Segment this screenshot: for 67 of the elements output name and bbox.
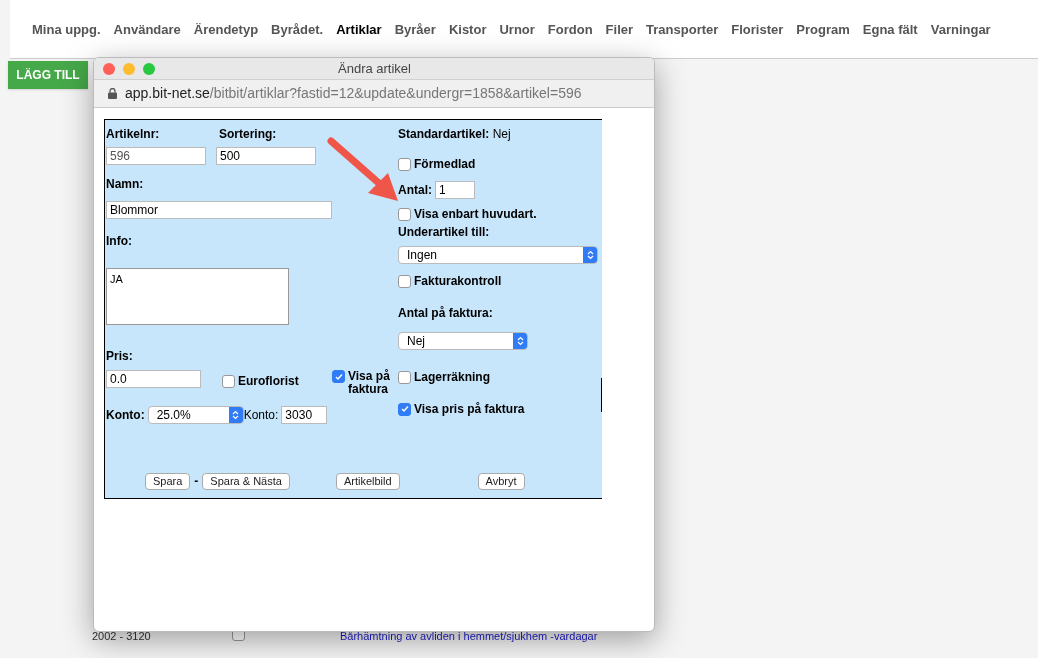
nav-link[interactable]: Byråer [394, 20, 436, 40]
nav-link[interactable]: Mina uppg. [32, 20, 101, 40]
checkbox[interactable] [222, 374, 235, 388]
field-label: Info: [106, 233, 133, 250]
name-field[interactable]: Blommor [106, 201, 332, 219]
field-label: Pris: [106, 348, 134, 365]
checkbox[interactable] [398, 402, 411, 416]
field-label: Konto: [106, 407, 145, 424]
checkbox-label: Visa enbart huvudart. [414, 206, 537, 223]
url-text: app.bit-net.se/bitbit/artiklar?fastid=12&update&undergr=1858&artikel=596 [125, 84, 582, 103]
checkbox-label: Lagerräkning [414, 369, 491, 386]
field-label: Underartikel till: [398, 224, 491, 241]
field-label: Namn: [106, 176, 145, 193]
nav-link[interactable]: Användare [113, 20, 181, 40]
close-icon[interactable] [103, 62, 115, 75]
vat-select[interactable]: 25.0% [147, 406, 244, 424]
nav-link[interactable]: Transporter [646, 20, 719, 40]
checkbox-label: Visa på faktura [348, 370, 391, 396]
checkbox[interactable] [398, 274, 411, 288]
lock-icon [108, 88, 117, 99]
info-textarea[interactable]: JA [106, 268, 289, 325]
parent-article-select[interactable]: Ingen [398, 246, 598, 264]
checkbox-label: Visa pris på faktura [414, 401, 525, 418]
standard-article-text: Standardartikel: Nej [398, 126, 512, 143]
window-title: Ändra artikel [337, 59, 412, 78]
maximize-icon[interactable] [143, 62, 155, 75]
field-label: Artikelnr: [106, 126, 161, 143]
checkbox-label: Fakturakontroll [414, 273, 502, 290]
checkbox-label: Euroflorist [238, 373, 299, 390]
nav-link[interactable]: Varningar [930, 20, 991, 40]
checkbox[interactable] [398, 157, 411, 171]
field-label: Antal på faktura: [398, 305, 494, 322]
checkmark-icon [400, 405, 409, 413]
field-label: Antal: [398, 182, 432, 199]
sort-field[interactable]: 500 [216, 147, 316, 165]
form-button[interactable]: Spara & Nästa [202, 472, 290, 490]
nav-link[interactable]: Artiklar [336, 20, 382, 40]
nav-link[interactable]: Egna fält [862, 20, 918, 40]
row-link[interactable]: Bårhämtning av avliden i hemmet/sjukhem -vardagar [340, 627, 598, 645]
form-button[interactable]: Artikelbild [335, 472, 400, 490]
quantity-field[interactable]: 1 [435, 181, 475, 199]
nav-link[interactable]: Byrådet. [271, 20, 324, 40]
account-field[interactable]: 3030 [281, 406, 328, 424]
article-number-field[interactable]: 596 [106, 147, 206, 165]
nav-link[interactable]: Fordon [547, 20, 593, 40]
nav-link[interactable]: Florister [731, 20, 784, 40]
price-field[interactable]: 0.0 [106, 370, 201, 388]
checkbox-label: Förmedlad [414, 156, 476, 173]
nav-link[interactable]: Kistor [448, 20, 487, 40]
nav-link[interactable]: Filer [605, 20, 634, 40]
nav-link[interactable]: Ärendetyp [193, 20, 259, 40]
chevron-updown-icon [232, 410, 240, 420]
row-number: 2002 - 3120 [92, 628, 152, 644]
checkbox[interactable] [398, 207, 411, 221]
form-button[interactable]: Avbryt [477, 472, 525, 490]
chevron-updown-icon [586, 250, 594, 260]
separator-text: - [194, 473, 199, 490]
field-label: Sortering: [219, 126, 277, 143]
chevron-updown-icon [516, 336, 524, 346]
checkmark-icon [334, 372, 343, 381]
form-button[interactable]: Spara [145, 472, 191, 490]
checkbox[interactable] [398, 370, 411, 384]
nav-link[interactable]: Urnor [499, 20, 535, 40]
field-label: Konto: [243, 407, 279, 424]
checkbox[interactable] [332, 370, 345, 383]
invoice-quantity-select[interactable]: Nej [398, 332, 528, 350]
nav-link[interactable]: Program [796, 20, 850, 40]
